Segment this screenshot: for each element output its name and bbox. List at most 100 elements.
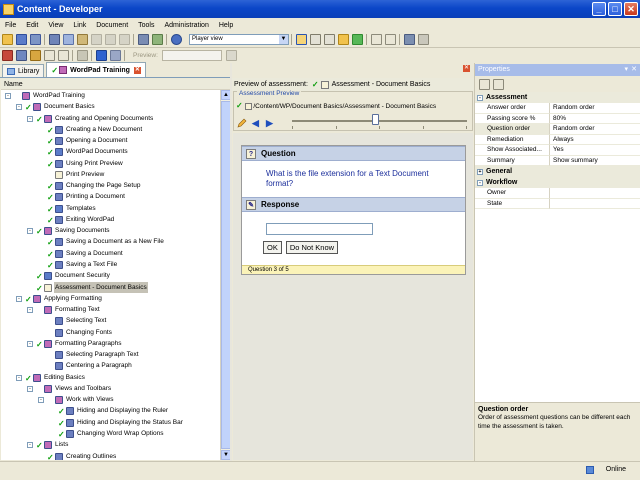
tree-item[interactable]: - ✓ Document Basics (1, 101, 220, 112)
properties-icon[interactable] (417, 34, 429, 45)
property-row[interactable]: Show Associated... Yes (475, 145, 640, 156)
previous-arrow-icon[interactable]: ◀ (252, 119, 259, 128)
collapse-icon[interactable]: - (27, 340, 33, 347)
tree-item[interactable]: ✓ Hiding and Displaying the Ruler (1, 405, 220, 416)
close-preview-icon[interactable]: ✕ (463, 65, 470, 72)
left-splitter[interactable] (230, 63, 232, 461)
property-category[interactable]: - Workflow (475, 177, 640, 188)
preview-select[interactable] (161, 50, 222, 61)
tree-item[interactable]: - ✓ Formatting Paragraphs (1, 338, 220, 349)
move-down-icon[interactable] (109, 50, 121, 61)
tree-item[interactable]: - Work with Views (1, 394, 220, 405)
new-topic-icon[interactable] (1, 50, 13, 61)
tree-item[interactable]: Selecting Paragraph Text (1, 349, 220, 360)
tree-column-header[interactable]: Name (1, 79, 230, 90)
menu-administration[interactable]: Administration (159, 22, 213, 29)
property-value[interactable]: Show summary (550, 156, 640, 166)
layout-single-icon[interactable] (295, 34, 307, 45)
menu-tools[interactable]: Tools (133, 22, 159, 29)
tree-scrollbar[interactable]: ▲ ▼ (220, 90, 231, 460)
maximize-button[interactable]: □ (608, 2, 622, 16)
tree-item[interactable]: ✓ Assessment - Document Basics (1, 281, 220, 293)
tree-item[interactable]: - ✓ Saving Documents (1, 225, 220, 236)
refresh-icon[interactable] (351, 34, 363, 45)
pin-icon[interactable]: ▾ (624, 64, 628, 76)
tree-item[interactable]: Centering a Paragraph (1, 360, 220, 371)
collapse-icon[interactable]: - (38, 397, 44, 404)
paste-icon[interactable] (76, 34, 88, 45)
question-slider-track[interactable] (292, 120, 467, 122)
property-value[interactable]: 80% (550, 114, 640, 124)
property-value[interactable]: Always (550, 135, 640, 145)
tree-item[interactable]: ✓ Changing the Page Setup (1, 180, 220, 191)
find-icon[interactable] (137, 34, 149, 45)
layout-split-horizontal-icon[interactable] (309, 34, 321, 45)
menu-link[interactable]: Link (68, 22, 91, 29)
collapse-icon[interactable]: - (16, 374, 22, 381)
pencil-icon[interactable] (237, 118, 247, 128)
response-input[interactable] (266, 223, 373, 235)
property-row[interactable]: State (475, 198, 640, 209)
collapse-icon[interactable]: - (477, 94, 483, 101)
copy-icon[interactable] (62, 34, 74, 45)
tree-item[interactable]: ✓ Saving a Text File (1, 259, 220, 270)
move-up-icon[interactable] (95, 50, 107, 61)
tree-item[interactable]: Selecting Text (1, 315, 220, 326)
link-icon[interactable] (76, 50, 88, 61)
redo-icon[interactable] (104, 34, 116, 45)
menu-file[interactable]: File (0, 22, 21, 29)
property-row[interactable]: Owner (475, 188, 640, 199)
property-row[interactable]: Passing score % 80% (475, 113, 640, 124)
next-arrow-icon[interactable]: ▶ (266, 119, 273, 128)
collapse-icon[interactable]: - (27, 442, 33, 449)
tree-item[interactable]: ✓ Creating a New Document (1, 124, 220, 135)
menu-edit[interactable]: Edit (21, 22, 43, 29)
tree-item[interactable]: ✓ Hiding and Displaying the Status Bar (1, 417, 220, 428)
tree-item[interactable]: - Formatting Text (1, 304, 220, 315)
tree-item[interactable]: ✓ Saving a Document as a New File (1, 236, 220, 247)
cut-icon[interactable] (48, 34, 60, 45)
new-module-icon[interactable] (29, 50, 41, 61)
property-row[interactable]: Remediation Always (475, 134, 640, 145)
spell-check-icon[interactable] (151, 34, 163, 45)
tree-item[interactable]: ✓ WordPad Documents (1, 146, 220, 157)
property-row[interactable]: Answer order Random order (475, 103, 640, 114)
tree-item[interactable]: ✓ Templates (1, 203, 220, 214)
collapse-icon[interactable]: - (27, 228, 33, 235)
tab-wordpad-training[interactable]: ✓ WordPad Training ✕ (46, 62, 146, 77)
tree-item[interactable]: ✓ Creating Outlines (1, 451, 220, 460)
collapse-icon[interactable]: - (27, 115, 33, 122)
close-properties-icon[interactable]: ✕ (631, 64, 637, 76)
save-all-icon[interactable] (29, 34, 41, 45)
property-value[interactable] (550, 199, 640, 209)
tree-item[interactable]: ✓ Printing a Document (1, 191, 220, 202)
check-in-icon[interactable] (370, 34, 382, 45)
question-dropdown-icon[interactable] (57, 50, 69, 61)
tree-item[interactable]: - ✓ Editing Basics (1, 372, 220, 383)
categorized-icon[interactable] (478, 78, 490, 90)
collapse-icon[interactable]: - (5, 93, 11, 99)
tree-item[interactable]: ✓ Opening a Document (1, 135, 220, 146)
property-value[interactable] (550, 188, 640, 199)
property-category[interactable]: + General (475, 166, 640, 177)
chevron-down-icon[interactable]: ▼ (279, 35, 288, 44)
ok-button[interactable]: OK (263, 241, 282, 254)
expand-icon[interactable]: + (477, 168, 483, 175)
property-category[interactable]: - Assessment (475, 92, 640, 103)
delete-icon[interactable] (118, 34, 130, 45)
tree-item[interactable]: Print Preview (1, 169, 220, 180)
property-value[interactable]: Yes (550, 145, 640, 156)
question-slider-thumb[interactable] (372, 114, 379, 125)
tree-item[interactable]: ✓ Saving a Document (1, 248, 220, 259)
collapse-icon[interactable]: - (477, 179, 483, 186)
new-section-icon[interactable] (15, 50, 27, 61)
tree-item[interactable]: - Views and Toolbars (1, 383, 220, 394)
property-value[interactable]: Random order (550, 124, 640, 135)
open-folder-icon[interactable] (1, 34, 13, 45)
tree-item[interactable]: ✓ Using Print Preview (1, 158, 220, 169)
tree-item[interactable]: - WordPad Training (1, 90, 220, 101)
property-row[interactable]: Question order Random order (475, 124, 640, 135)
view-mode-select[interactable]: Player view ▼ (189, 34, 289, 45)
menu-help[interactable]: Help (214, 22, 238, 29)
help-icon[interactable] (170, 34, 182, 45)
